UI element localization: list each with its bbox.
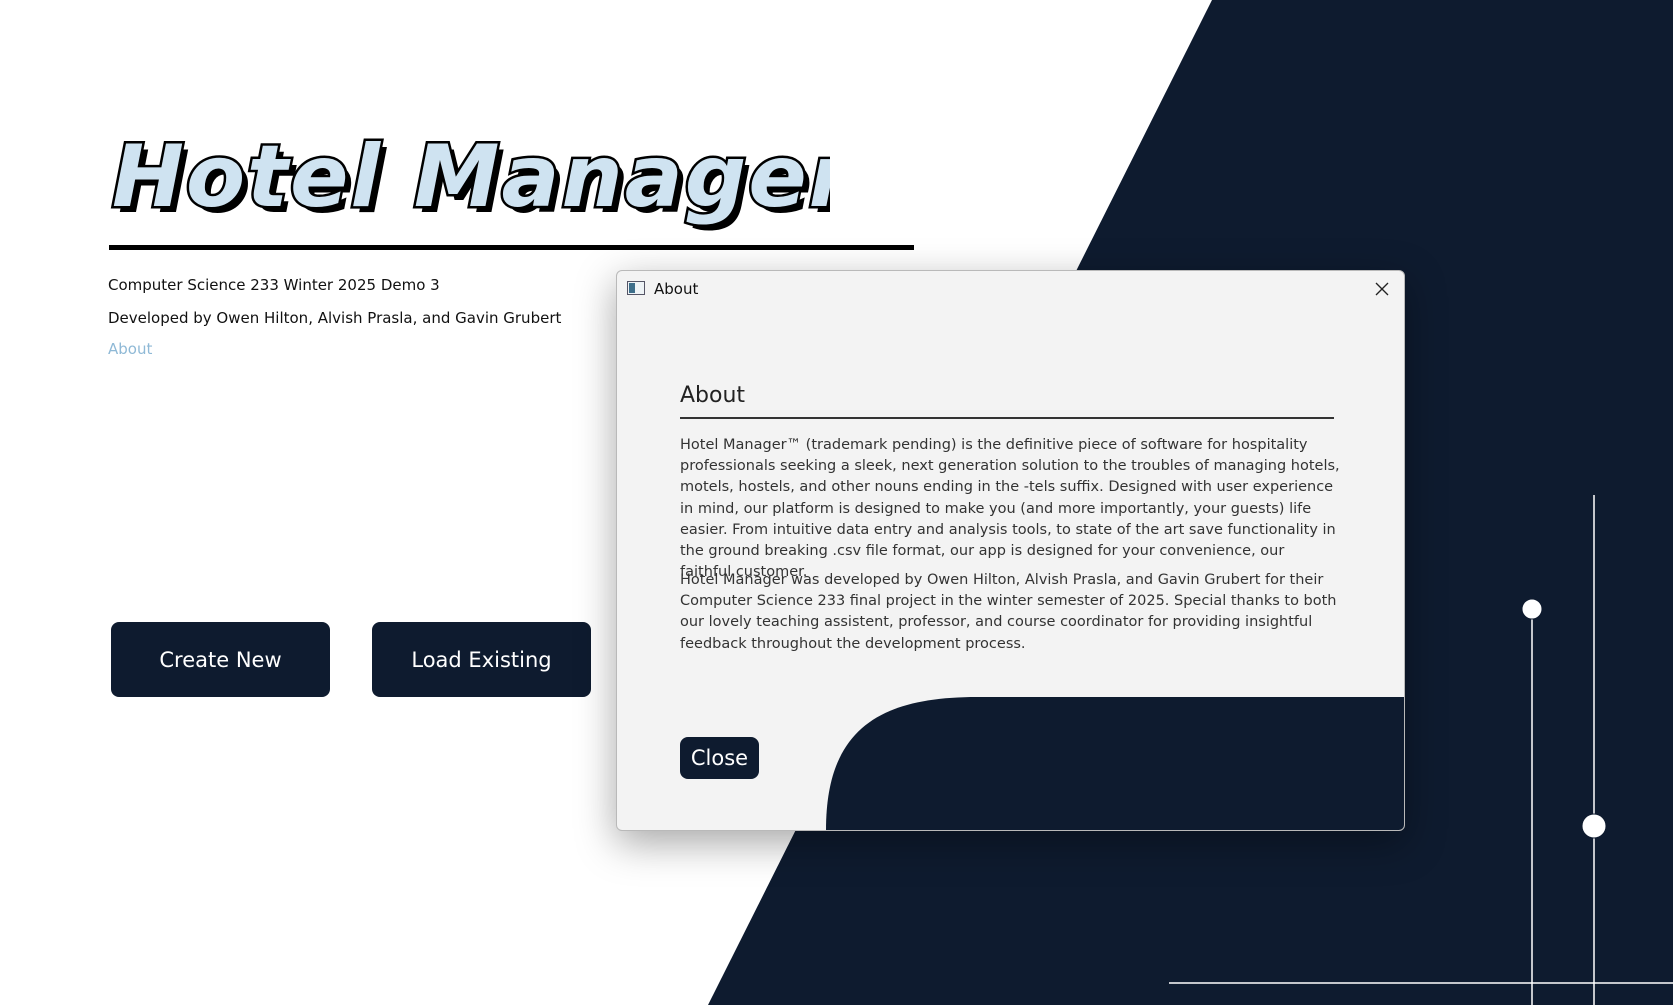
create-new-button[interactable]: Create New [111,622,330,697]
about-paragraph-2: Hotel Manager was developed by Owen Hilt… [680,572,1337,652]
course-info: Computer Science 233 Winter 2025 Demo 3 [108,276,440,294]
app-window-icon [627,281,645,295]
dialog-window-title: About [654,280,699,298]
logo-text: Hotel Manager [112,127,830,227]
dialog-heading: About [680,383,746,408]
dialog-heading-divider [680,417,1334,419]
developers-info: Developed by Owen Hilton, Alvish Prasla,… [108,309,562,327]
close-x-icon [1375,282,1389,296]
about-link[interactable]: About [108,340,152,358]
load-existing-button[interactable]: Load Existing [372,622,591,697]
title-divider [109,245,914,250]
about-paragraph-1: Hotel Manager™ (trademark pending) is th… [680,437,1340,581]
window-close-button[interactable] [1368,275,1396,303]
app-logo: Hotel Manager Hotel Manager [110,125,830,234]
dialog-titlebar[interactable]: About [617,271,1404,307]
about-dialog: About About Hotel Manager™ (trademark pe… [616,270,1405,831]
close-button[interactable]: Close [680,737,759,779]
